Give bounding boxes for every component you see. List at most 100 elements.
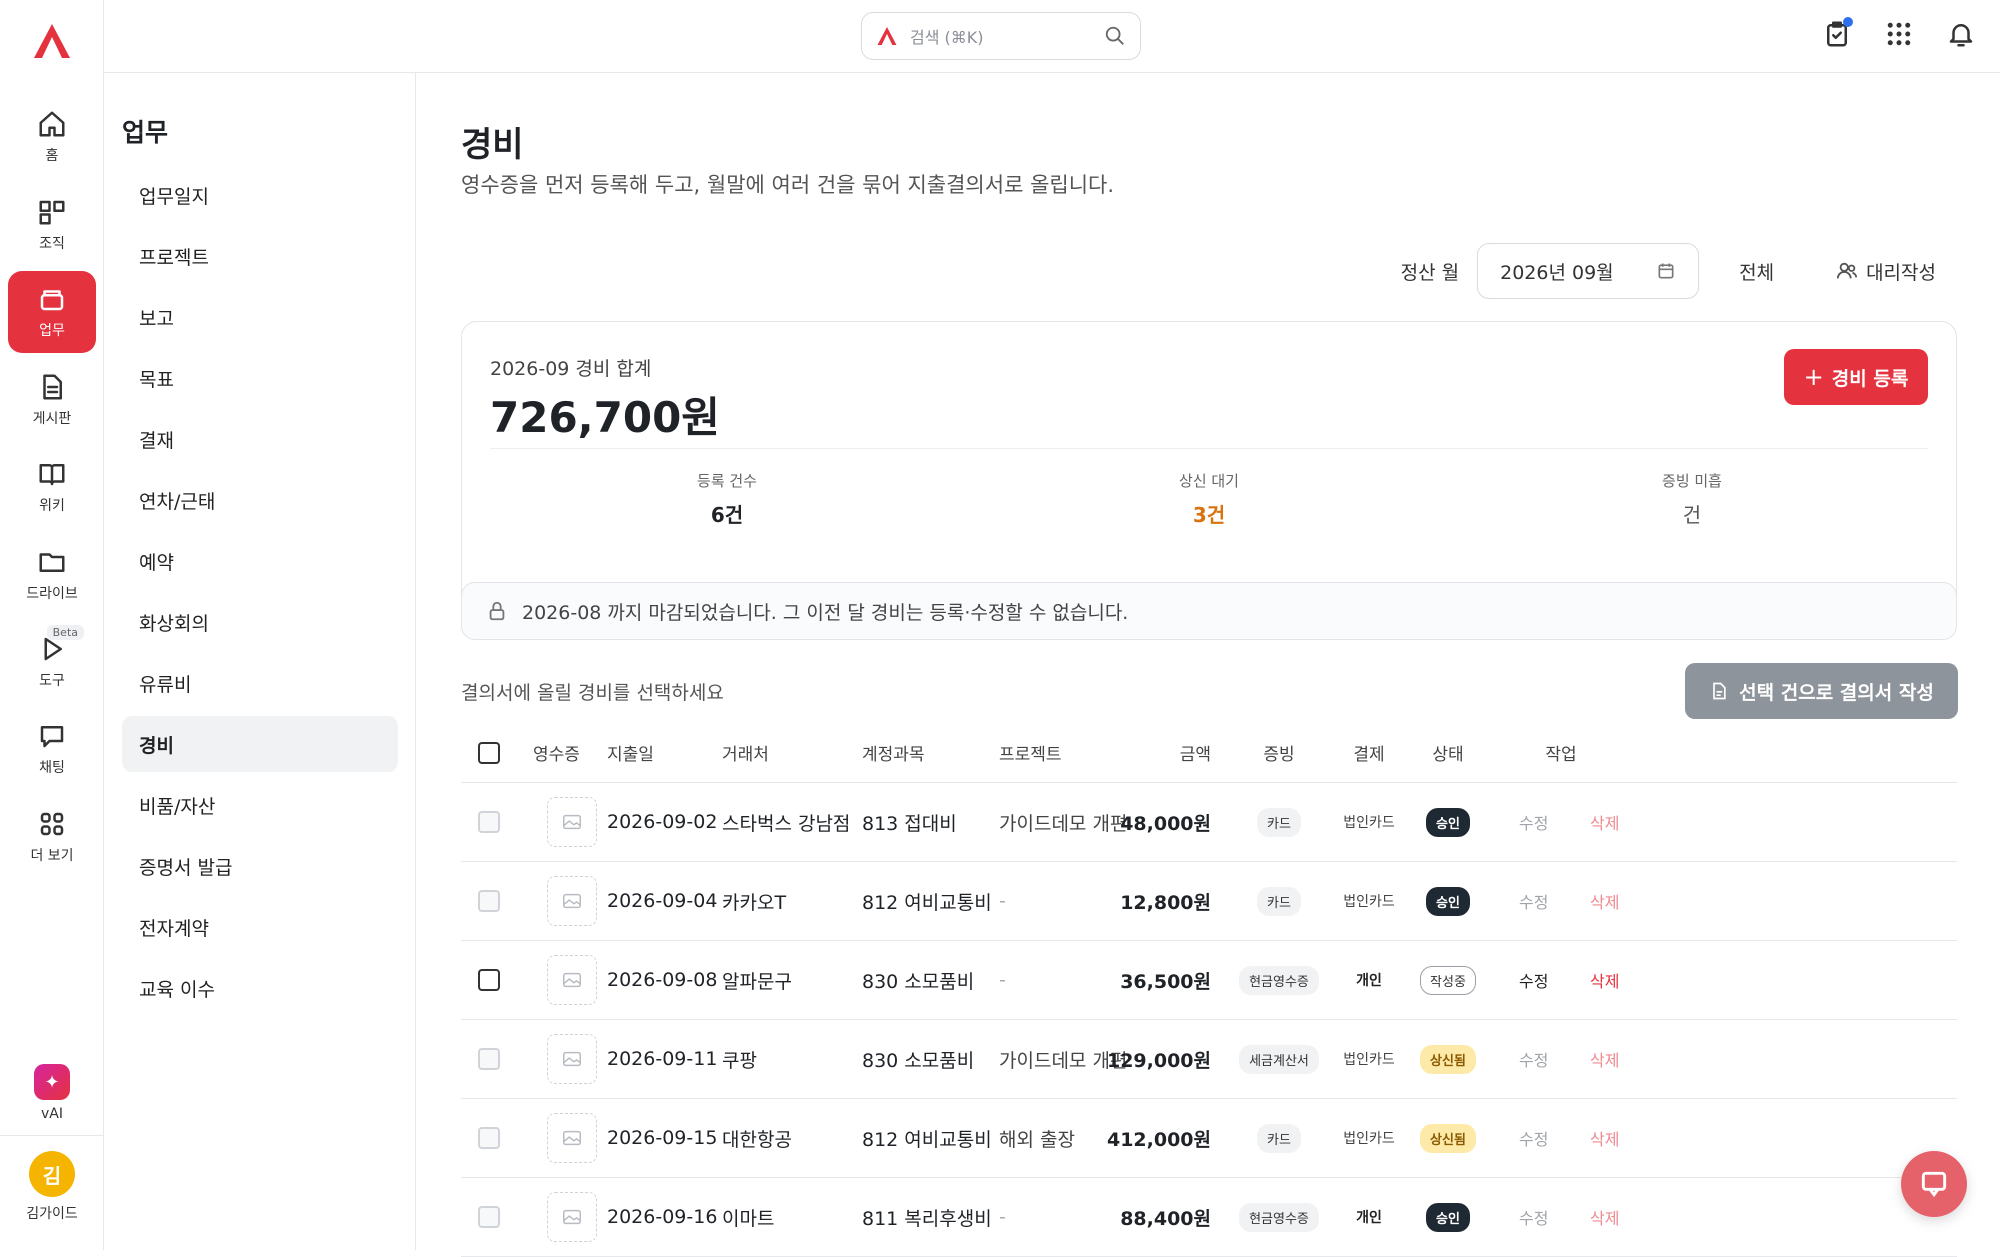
row-checkbox[interactable] [478, 969, 500, 991]
row-checkbox[interactable] [478, 1127, 500, 1149]
month-picker[interactable]: 2026년 09월 [1477, 243, 1700, 299]
rail-item-org[interactable]: 조직 [8, 184, 96, 266]
row-checkbox[interactable] [478, 1048, 500, 1070]
cell-amount: 88,400원 [1120, 1207, 1211, 1230]
notice-text: 2026-08 까지 마감되었습니다. 그 이전 달 경비는 등록·수정할 수 … [522, 601, 1129, 624]
apps-button[interactable] [1882, 14, 1916, 54]
rail-item-wiki[interactable]: 위키 [8, 446, 96, 528]
delete-button[interactable]: 삭제 [1590, 968, 1619, 992]
receipt-thumbnail[interactable] [547, 955, 597, 1005]
rail-item-home[interactable]: 홈 [8, 96, 96, 178]
stat-registered: 등록 건수 6건 [577, 470, 877, 528]
notifications-button[interactable] [1944, 14, 1978, 54]
table-row[interactable]: 2026-09-08 알파문구 830 소모품비 - 36,500원 현금영수증… [461, 941, 1957, 1020]
subnav-item-contract[interactable]: 전자계약 [122, 899, 398, 955]
edit-button[interactable]: 수정 [1519, 889, 1548, 913]
task-check-button[interactable] [1820, 14, 1854, 54]
delete-button[interactable]: 삭제 [1590, 810, 1619, 834]
delete-button[interactable]: 삭제 [1590, 1205, 1619, 1229]
subnav-item-expense[interactable]: 경비 [122, 716, 398, 772]
table-row[interactable]: 2026-09-16 이마트 811 복리후생비 - 88,400원 현금영수증… [461, 1178, 1957, 1257]
summary-total: 726,700원 [490, 393, 720, 442]
subnav-item-project[interactable]: 프로젝트 [122, 228, 398, 284]
search-input[interactable]: 검색 (⌘K) [861, 12, 1141, 60]
delete-button[interactable]: 삭제 [1590, 889, 1619, 913]
users-icon [1836, 262, 1858, 279]
select-all-checkbox[interactable] [478, 723, 500, 782]
cell-date: 2026-09-02 [607, 811, 718, 833]
rail-item-more[interactable]: 더 보기 [8, 796, 96, 878]
apps-grid-icon [1887, 22, 1911, 46]
filter-all-button[interactable]: 전체 [1717, 258, 1796, 285]
edit-button[interactable]: 수정 [1519, 1126, 1548, 1150]
subnav-item-training[interactable]: 교육 이수 [122, 960, 398, 1016]
header-vendor: 거래처 [722, 745, 769, 765]
cell-account: 812 여비교통비 [862, 891, 992, 914]
row-checkbox[interactable] [478, 1206, 500, 1228]
delete-button[interactable]: 삭제 [1590, 1126, 1619, 1150]
image-icon [563, 893, 581, 909]
subnav-title: 업무 [122, 118, 169, 147]
rail-item-drive[interactable]: 드라이브 [8, 534, 96, 616]
receipt-thumbnail[interactable] [547, 797, 597, 847]
work-icon [40, 290, 64, 311]
create-document-button[interactable]: 선택 건으로 결의서 작성 [1685, 663, 1958, 719]
rail-item-chat[interactable]: 채팅 [8, 708, 96, 790]
receipt-thumbnail[interactable] [547, 1034, 597, 1084]
subnav-item-worklog[interactable]: 업무일지 [122, 167, 398, 223]
edit-button[interactable]: 수정 [1519, 1205, 1548, 1229]
table-row[interactable]: 2026-09-04 카카오T 812 여비교통비 - 12,800원 카드 법… [461, 862, 1957, 941]
cell-date: 2026-09-04 [607, 890, 718, 912]
folder-icon [39, 553, 65, 572]
receipt-thumbnail[interactable] [547, 1113, 597, 1163]
rail-item-label: 위키 [39, 498, 65, 514]
table-row[interactable]: 2026-09-02 스타벅스 강남점 813 접대비 가이드데모 개편 48,… [461, 783, 1957, 862]
rail-item-label: 홈 [45, 148, 59, 164]
edit-button[interactable]: 수정 [1519, 1047, 1548, 1071]
edit-button[interactable]: 수정 [1519, 968, 1548, 992]
receipt-thumbnail[interactable] [547, 1192, 597, 1242]
cell-project: - [999, 890, 1006, 912]
header-date: 지출일 [607, 745, 654, 765]
rail-item-board[interactable]: 게시판 [8, 359, 96, 441]
subnav-item-reservation[interactable]: 예약 [122, 533, 398, 589]
subnav-item-goal[interactable]: 목표 [122, 350, 398, 406]
app-logo[interactable] [32, 22, 72, 60]
month-value: 2026년 09월 [1500, 261, 1614, 284]
cell-project: 해외 출장 [999, 1128, 1075, 1151]
rail-item-tools[interactable]: Beta 도구 [8, 621, 96, 703]
top-actions [1820, 14, 1978, 54]
table-row[interactable]: 2026-09-15 대한항공 812 여비교통비 해외 출장 412,000원… [461, 1099, 1957, 1178]
receipt-thumbnail[interactable] [547, 876, 597, 926]
subnav-item-approval[interactable]: 결재 [122, 411, 398, 467]
user-profile[interactable]: 김 김가이드 [8, 1146, 96, 1228]
checkbox[interactable] [478, 741, 500, 764]
row-checkbox[interactable] [478, 811, 500, 833]
rail-item-label: 조직 [39, 236, 65, 252]
header-proof: 증빙 [1263, 745, 1295, 765]
cell-amount: 12,800원 [1120, 891, 1211, 914]
table-row[interactable]: 2026-09-11 쿠팡 830 소모품비 가이드데모 개편 129,000원… [461, 1020, 1957, 1099]
chat-support-button[interactable] [1901, 1151, 1967, 1217]
rail-item-work[interactable]: 업무 [8, 271, 96, 353]
subnav-item-video[interactable]: 화상회의 [122, 594, 398, 650]
proxy-write-button[interactable]: 대리작성 [1814, 258, 1958, 285]
status-badge: 상신됨 [1420, 1044, 1476, 1074]
row-checkbox[interactable] [478, 890, 500, 912]
subnav-item-assets[interactable]: 비품/자산 [122, 777, 398, 833]
subnav-item-certificate[interactable]: 증명서 발급 [122, 838, 398, 894]
subnav-item-report[interactable]: 보고 [122, 289, 398, 345]
edit-button[interactable]: 수정 [1519, 810, 1548, 834]
rail-item-label: 게시판 [32, 411, 72, 427]
subnav-item-leave[interactable]: 연차/근태 [122, 472, 398, 528]
add-expense-button[interactable]: + 경비 등록 [1784, 349, 1928, 405]
month-label: 정산 월 [1400, 261, 1460, 284]
delete-button[interactable]: 삭제 [1590, 1047, 1619, 1071]
rail-item-vai[interactable]: ✦ vAI [8, 1052, 96, 1134]
chat-bubble-icon [1921, 1171, 1947, 1198]
chat-icon [40, 726, 64, 748]
subnav-item-fuel[interactable]: 유류비 [122, 655, 398, 711]
rail-divider [0, 1135, 104, 1136]
create-document-label: 선택 건으로 결의서 작성 [1739, 681, 1934, 704]
status-badge: 승인 [1426, 1202, 1470, 1232]
